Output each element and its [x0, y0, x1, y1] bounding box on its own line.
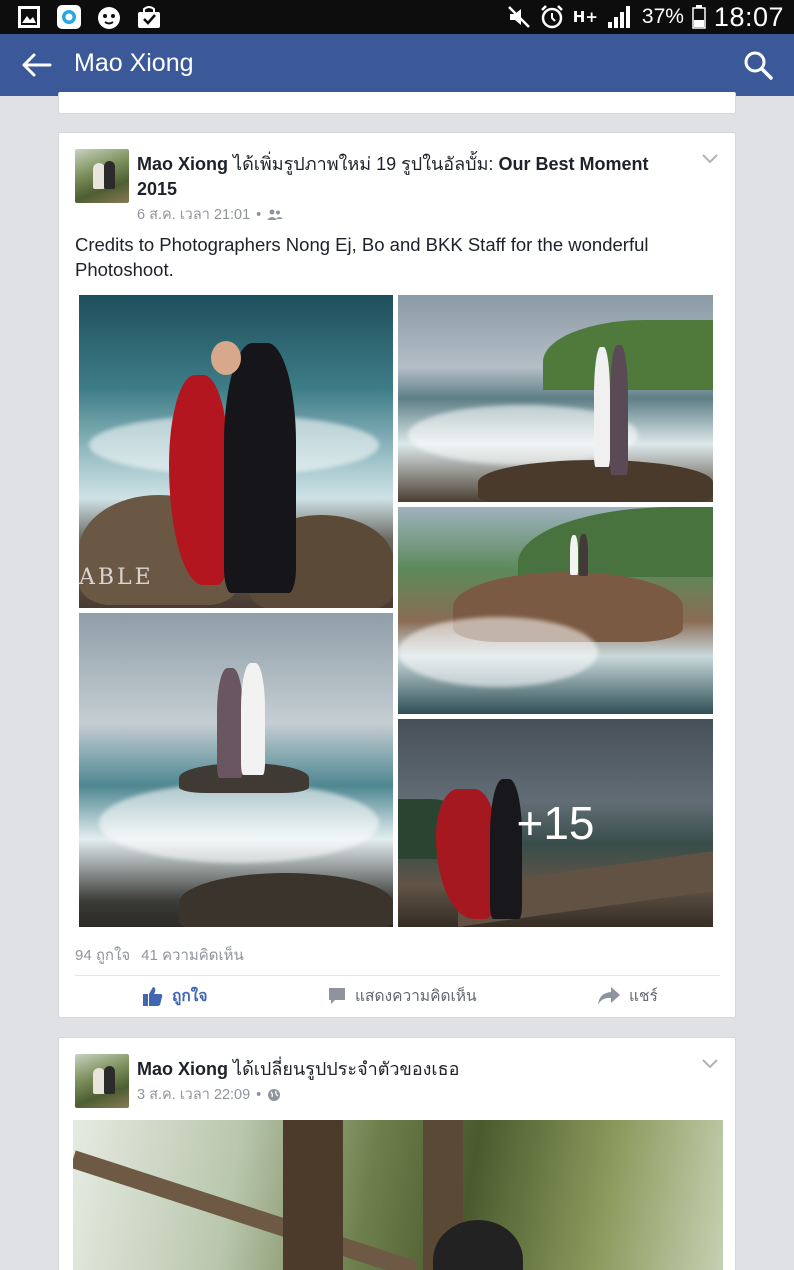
post-meta: 3 ส.ค. เวลา 22:09 • — [137, 1083, 281, 1106]
alarm-icon — [540, 5, 563, 29]
page-title: Mao Xiong — [74, 49, 194, 77]
friends-icon — [267, 209, 284, 220]
share-label: แชร์ — [629, 988, 658, 1005]
comment-label: แสดงความคิดเห็น — [355, 988, 477, 1005]
avatar[interactable] — [75, 1054, 129, 1108]
gallery-icon — [18, 6, 40, 28]
app-bar: Mao Xiong — [0, 34, 794, 96]
comment-icon — [329, 987, 345, 1004]
like-button[interactable]: ถูกใจ — [142, 983, 207, 1008]
share-button[interactable]: แชร์ — [597, 983, 658, 1008]
divider — [75, 975, 720, 976]
photo-1[interactable]: ABLE — [79, 295, 393, 608]
chevron-down-icon[interactable] — [701, 1058, 719, 1070]
globe-icon — [268, 1088, 281, 1101]
app-icon — [57, 5, 81, 29]
comment-button[interactable]: แสดงความคิดเห็น — [327, 983, 477, 1008]
post-action: ได้เพิ่มรูปภาพใหม่ 19 รูปในอัลบั้ม: — [233, 154, 494, 174]
avatar[interactable] — [75, 149, 129, 203]
post-header: Mao Xiong ได้เปลี่ยนรูปประจำตัวของเธอ — [137, 1057, 667, 1082]
thumbs-up-icon — [143, 986, 163, 1006]
post-action: ได้เปลี่ยนรูปประจำตัวของเธอ — [233, 1059, 460, 1079]
battery-percent: 37% — [641, 5, 684, 28]
more-photos-overlay[interactable]: +15 — [398, 719, 713, 927]
post-actions: ถูกใจ แสดงความคิดเห็น แชร์ — [75, 983, 720, 1011]
post-meta: 6 ส.ค. เวลา 21:01 • — [137, 203, 284, 226]
post-time[interactable]: 3 ส.ค. เวลา 22:09 — [137, 1083, 250, 1106]
lion-icon — [98, 7, 120, 29]
notification-icons — [16, 4, 162, 30]
post-header: Mao Xiong ได้เพิ่มรูปภาพใหม่ 19 รูปในอัล… — [137, 152, 667, 202]
profile-photo[interactable] — [73, 1120, 723, 1270]
signal-icon — [607, 6, 630, 28]
status-bar: H+ 37% 18:07 — [0, 0, 794, 34]
photo-5-more[interactable]: +15 — [398, 719, 713, 927]
author-name[interactable]: Mao Xiong — [137, 1059, 228, 1079]
photo-2[interactable] — [398, 295, 713, 502]
post-card: Mao Xiong ได้เพิ่มรูปภาพใหม่ 19 รูปในอัล… — [58, 132, 736, 1018]
mute-icon — [507, 6, 530, 28]
post-stats: 94 ถูกใจ 41 ความคิดเห็น — [75, 943, 244, 967]
like-label: ถูกใจ — [172, 988, 208, 1005]
clock: 18:07 — [713, 1, 784, 32]
previous-post-card — [58, 92, 736, 114]
author-name[interactable]: Mao Xiong — [137, 154, 228, 174]
shopping-bag-icon — [138, 6, 160, 28]
photo-3[interactable] — [398, 507, 713, 714]
post-text: Credits to Photographers Nong Ej, Bo and… — [75, 234, 649, 280]
battery-icon — [692, 5, 706, 29]
photo-4[interactable] — [79, 613, 393, 927]
post-card: Mao Xiong ได้เปลี่ยนรูปประจำตัวของเธอ 3 … — [58, 1037, 736, 1270]
likes-count[interactable]: 94 ถูกใจ — [75, 943, 130, 967]
search-icon[interactable] — [742, 49, 774, 81]
chevron-down-icon[interactable] — [701, 153, 719, 165]
share-icon — [598, 986, 620, 1005]
system-status: H+ 37% 18:07 — [507, 2, 784, 32]
back-arrow-icon[interactable] — [20, 49, 54, 81]
comments-count[interactable]: 41 ความคิดเห็น — [141, 943, 244, 967]
network-type: H+ — [572, 8, 598, 26]
post-time[interactable]: 6 ส.ค. เวลา 21:01 — [137, 203, 250, 226]
watermark: ABLE — [79, 565, 154, 590]
